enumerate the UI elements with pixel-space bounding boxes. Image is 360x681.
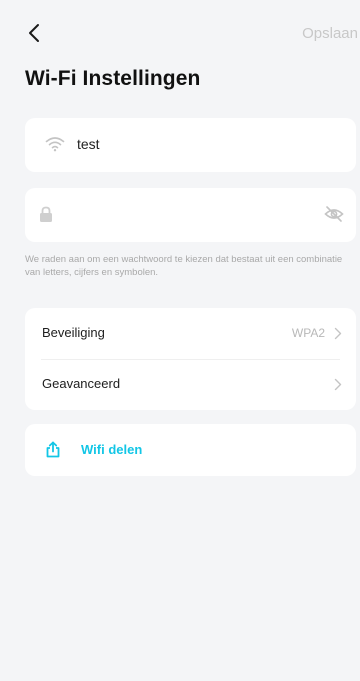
password-hint: We raden aan om een wachtwoord te kiezen… [25, 254, 343, 278]
chevron-right-icon [334, 378, 342, 391]
share-icon [46, 441, 60, 458]
security-label: Beveiliging [42, 325, 105, 340]
security-row[interactable]: Beveiliging WPA2 [25, 308, 356, 359]
security-value: WPA2 [291, 326, 325, 340]
share-card: Wifi delen [25, 424, 356, 476]
ssid-card [25, 118, 356, 172]
top-nav: Opslaan [0, 0, 360, 64]
ssid-input[interactable] [77, 133, 327, 155]
share-wifi-button[interactable]: Wifi delen [25, 424, 356, 476]
eye-slash-icon[interactable] [324, 205, 344, 223]
lock-icon [40, 206, 52, 222]
share-label: Wifi delen [81, 442, 143, 457]
password-card [25, 188, 356, 242]
save-button[interactable]: Opslaan [302, 25, 358, 42]
wifi-icon [45, 137, 65, 152]
back-chevron-icon[interactable] [26, 22, 44, 44]
page-title: Wi-Fi Instellingen [25, 67, 201, 90]
password-input[interactable] [65, 203, 295, 225]
chevron-right-icon [334, 327, 342, 340]
advanced-row[interactable]: Geavanceerd [25, 359, 356, 410]
settings-card: Beveiliging WPA2 Geavanceerd [25, 308, 356, 410]
advanced-label: Geavanceerd [42, 376, 121, 391]
